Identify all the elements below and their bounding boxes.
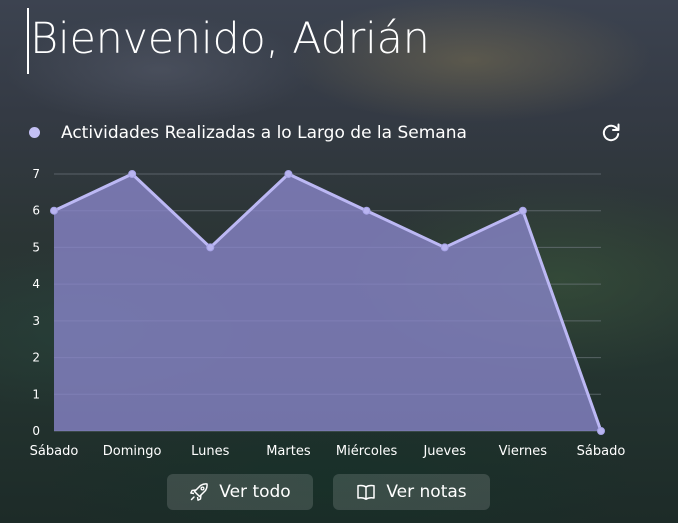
activity-chart: 0 1 2 3 4 5 6 7 Sábado Domingo Lunes Martes Miércole… [30, 167, 626, 459]
y-tick-label: 3 [32, 314, 40, 328]
data-point [362, 206, 371, 215]
x-tick-label: Jueves [422, 444, 466, 459]
ver-notas-button[interactable]: Ver notas [333, 474, 490, 510]
data-point [284, 170, 293, 178]
welcome-heading: Bienvenido, Adrián [30, 14, 430, 64]
chart-title: Actividades Realizadas a lo Largo de la … [61, 123, 467, 143]
ver-todo-button[interactable]: Ver todo [167, 474, 313, 510]
y-tick-label: 1 [32, 387, 40, 401]
x-tick-label: Domingo [103, 444, 162, 459]
y-tick-label: 4 [32, 277, 40, 291]
data-point [206, 243, 215, 252]
refresh-icon [602, 123, 620, 142]
y-tick-label: 5 [32, 240, 40, 254]
x-tick-label: Lunes [191, 444, 229, 459]
ver-notas-label: Ver notas [386, 482, 467, 502]
data-point [440, 243, 449, 252]
legend-dot [29, 127, 40, 138]
ver-todo-label: Ver todo [219, 482, 291, 502]
x-tick-label: Miércoles [336, 444, 398, 459]
x-tick-label: Sábado [30, 444, 79, 459]
y-tick-label: 2 [32, 351, 40, 365]
y-tick-label: 0 [32, 424, 40, 438]
y-tick-label: 7 [32, 167, 40, 181]
data-point [518, 206, 527, 215]
text-cursor [27, 8, 29, 74]
data-point [597, 427, 605, 435]
data-point [128, 170, 137, 178]
y-tick-label: 6 [32, 204, 40, 218]
x-tick-label: Martes [266, 444, 311, 459]
refresh-button[interactable] [599, 121, 623, 145]
x-tick-label: Viernes [499, 444, 548, 459]
rocket-icon [190, 483, 209, 501]
book-icon [357, 484, 376, 500]
x-tick-label: Sábado [577, 444, 626, 459]
data-point [50, 206, 58, 215]
